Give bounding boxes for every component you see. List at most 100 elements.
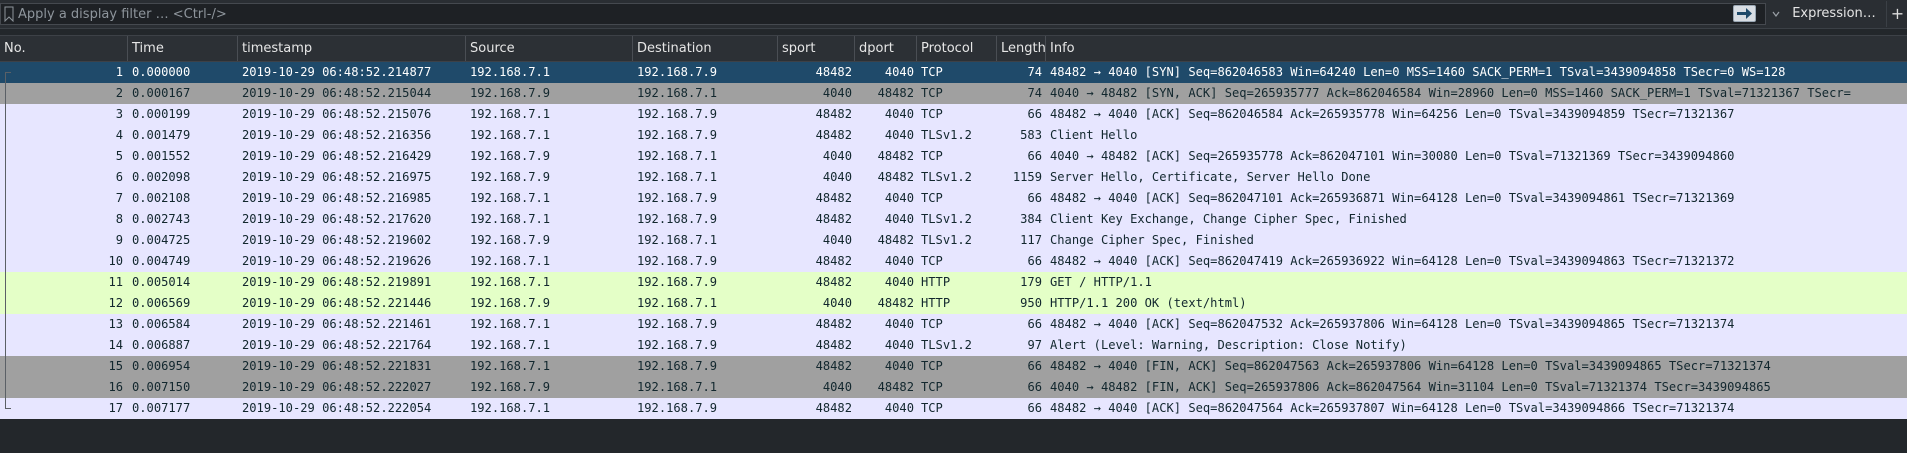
packet-row[interactable]: 13 0.006584 2019-10-29 06:48:52.221461 192.… [0,314,1907,335]
cell-timestamp: 2019-10-29 06:48:52.215076 [242,107,432,121]
packet-row[interactable]: 12 0.006569 2019-10-29 06:48:52.221446 192.… [0,293,1907,314]
cell-time: 0.002108 [132,191,191,205]
cell-length: 117 [1020,233,1042,247]
packet-row[interactable]: 8 0.002743 2019-10-29 06:48:52.217620 192.1… [0,209,1907,230]
filter-history-dropdown[interactable] [1771,3,1781,25]
cell-dport: 48482 [877,296,914,310]
packet-row[interactable]: 15 0.006954 2019-10-29 06:48:52.221831 192.… [0,356,1907,377]
cell-info: 48482 → 4040 [ACK] Seq=862046584 Ack=265… [1050,107,1735,121]
cell-dport: 4040 [884,401,914,415]
cell-source: 192.168.7.1 [470,65,551,79]
cell-info: 4040 → 48482 [FIN, ACK] Seq=265937806 Ac… [1050,380,1771,394]
chevron-down-icon [1772,11,1780,17]
column-header-timestamp[interactable]: timestamp [238,36,466,61]
cell-source: 192.168.7.1 [470,128,551,142]
column-header-dport[interactable]: dport [855,36,917,61]
cell-info: Server Hello, Certificate, Server Hello … [1050,170,1371,184]
packet-row[interactable]: 3 0.000199 2019-10-29 06:48:52.215076 192.1… [0,104,1907,125]
display-filter-input[interactable]: Apply a display filter … <Ctrl-/> [0,3,1766,25]
cell-destination: 192.168.7.9 [637,107,718,121]
cell-source: 192.168.7.1 [470,359,551,373]
packet-row[interactable]: 9 0.004725 2019-10-29 06:48:52.219602 192.1… [0,230,1907,251]
cell-destination: 192.168.7.1 [637,380,718,394]
column-header-destination[interactable]: Destination [633,36,778,61]
cell-timestamp: 2019-10-29 06:48:52.216985 [242,191,432,205]
cell-length: 384 [1020,212,1042,226]
display-filter-toolbar: Apply a display filter … <Ctrl-/> Expres… [0,0,1907,29]
cell-time: 0.000199 [132,107,191,121]
cell-timestamp: 2019-10-29 06:48:52.216429 [242,149,432,163]
cell-sport: 48482 [815,212,852,226]
cell-info: 48482 → 4040 [ACK] Seq=862047101 Ack=265… [1050,191,1735,205]
column-header-time[interactable]: Time [128,36,238,61]
cell-dport: 48482 [877,233,914,247]
cell-protocol: TCP [921,107,943,121]
cell-length: 66 [1027,401,1042,415]
cell-time: 0.005014 [132,275,191,289]
cell-destination: 192.168.7.9 [637,359,718,373]
cell-destination: 192.168.7.9 [637,128,718,142]
column-header-no[interactable]: No. [0,36,128,61]
cell-sport: 48482 [815,191,852,205]
cell-destination: 192.168.7.1 [637,296,718,310]
cell-destination: 192.168.7.1 [637,86,718,100]
cell-sport: 4040 [822,170,852,184]
packet-row[interactable]: 2 0.000167 2019-10-29 06:48:52.215044 192.1… [0,83,1907,104]
cell-timestamp: 2019-10-29 06:48:52.221461 [242,317,432,331]
cell-sport: 48482 [815,275,852,289]
column-header-info[interactable]: Info [1046,36,1907,61]
cell-no: 8 [115,212,123,226]
cell-length: 66 [1027,317,1042,331]
cell-no: 16 [108,380,123,394]
bookmark-icon[interactable] [4,6,14,22]
cell-timestamp: 2019-10-29 06:48:52.219602 [242,233,432,247]
cell-protocol: TCP [921,380,943,394]
column-header-protocol[interactable]: Protocol [917,36,997,61]
packet-row[interactable]: 4 0.001479 2019-10-29 06:48:52.216356 192.1… [0,125,1907,146]
cell-time: 0.001552 [132,149,191,163]
cell-timestamp: 2019-10-29 06:48:52.221831 [242,359,432,373]
column-header-sport[interactable]: sport [778,36,855,61]
packet-row[interactable]: 14 0.006887 2019-10-29 06:48:52.221764 192.… [0,335,1907,356]
cell-timestamp: 2019-10-29 06:48:52.219891 [242,275,432,289]
cell-time: 0.007177 [132,401,191,415]
cell-info: 4040 → 48482 [ACK] Seq=265935778 Ack=862… [1050,149,1735,163]
cell-protocol: TLSv1.2 [921,128,972,142]
apply-filter-button[interactable] [1733,5,1756,22]
cell-sport: 4040 [822,86,852,100]
packet-list-empty-area [0,419,1907,453]
packet-row[interactable]: 7 0.002108 2019-10-29 06:48:52.216985 192.1… [0,188,1907,209]
packet-row[interactable]: 5 0.001552 2019-10-29 06:48:52.216429 192.1… [0,146,1907,167]
packet-row[interactable]: 11 0.005014 2019-10-29 06:48:52.219891 192.… [0,272,1907,293]
cell-destination: 192.168.7.9 [637,65,718,79]
cell-protocol: TCP [921,359,943,373]
cell-time: 0.002098 [132,170,191,184]
column-header-source[interactable]: Source [466,36,633,61]
cell-no: 13 [108,317,123,331]
cell-no: 9 [115,233,123,247]
cell-info: 4040 → 48482 [SYN, ACK] Seq=265935777 Ac… [1050,86,1851,100]
packet-row[interactable]: 16 0.007150 2019-10-29 06:48:52.222027 192.… [0,377,1907,398]
cell-timestamp: 2019-10-29 06:48:52.221446 [242,296,432,310]
cell-dport: 48482 [877,170,914,184]
add-filter-button[interactable]: + [1886,1,1907,27]
packet-row[interactable]: 10 0.004749 2019-10-29 06:48:52.219626 192.… [0,251,1907,272]
cell-source: 192.168.7.1 [470,212,551,226]
cell-info: 48482 → 4040 [ACK] Seq=862047532 Ack=265… [1050,317,1735,331]
packet-row[interactable]: 17 0.007177 2019-10-29 06:48:52.222054 192.… [0,398,1907,419]
packet-row[interactable]: 6 0.002098 2019-10-29 06:48:52.216975 192.1… [0,167,1907,188]
cell-destination: 192.168.7.1 [637,170,718,184]
cell-dport: 4040 [884,275,914,289]
expression-button[interactable]: Expression… [1786,3,1882,25]
cell-info: Alert (Level: Warning, Description: Clos… [1050,338,1407,352]
cell-protocol: TCP [921,254,943,268]
cell-timestamp: 2019-10-29 06:48:52.215044 [242,86,432,100]
cell-info: 48482 → 4040 [ACK] Seq=862047564 Ack=265… [1050,401,1735,415]
cell-time: 0.004749 [132,254,191,268]
packet-row[interactable]: 1 0.000000 2019-10-29 06:48:52.214877 192.1… [0,62,1907,83]
column-header-length[interactable]: Length [997,36,1046,61]
cell-source: 192.168.7.9 [470,296,551,310]
cell-info: 48482 → 4040 [SYN] Seq=862046583 Win=642… [1050,65,1786,79]
cell-length: 66 [1027,191,1042,205]
cell-source: 192.168.7.9 [470,149,551,163]
